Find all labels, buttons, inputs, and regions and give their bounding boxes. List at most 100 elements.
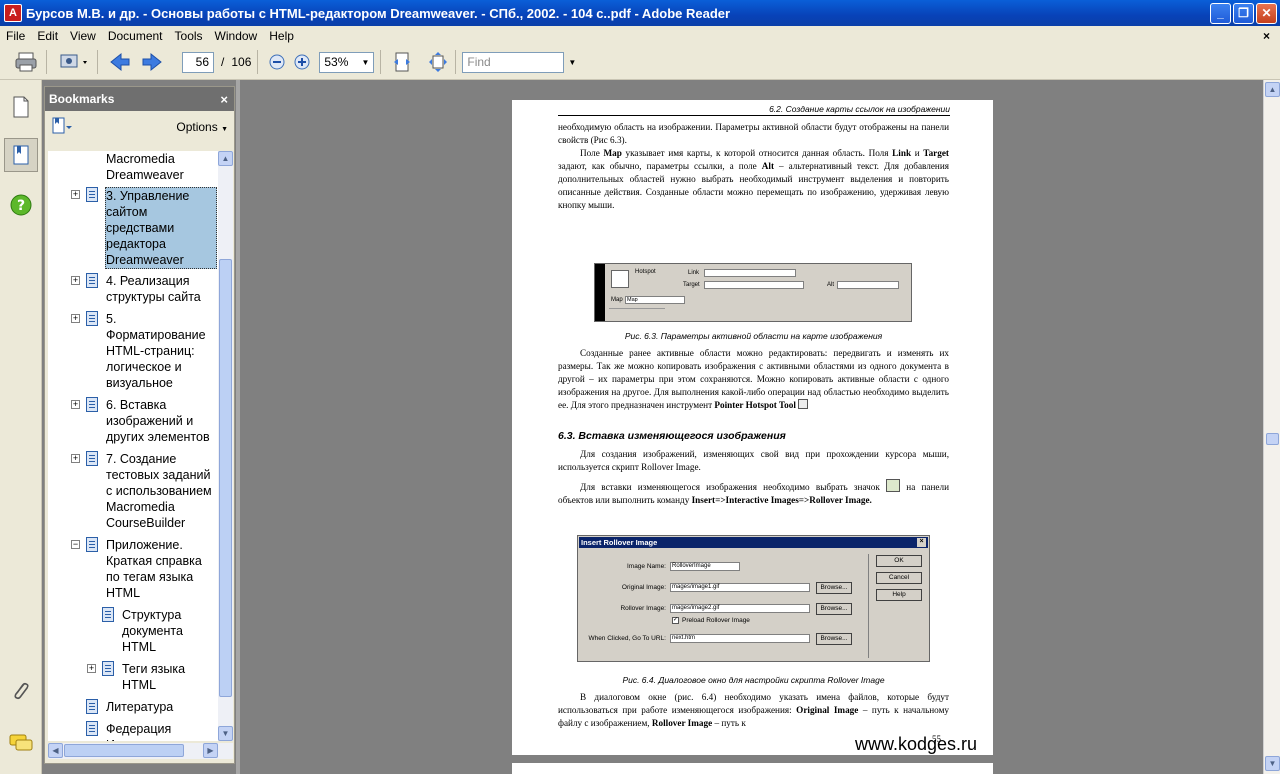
collapse-icon[interactable]: − [71, 540, 80, 549]
preload-label: Preload Rollover Image [682, 617, 750, 624]
expand-icon[interactable]: + [71, 276, 80, 285]
scroll-up-icon[interactable]: ▲ [1265, 82, 1280, 97]
expand-icon[interactable]: + [87, 664, 96, 673]
minimize-button[interactable]: _ [1210, 2, 1231, 24]
zoom-select[interactable]: 53% ▼ [319, 51, 375, 73]
bookmark-label: 6. Вставка изображений и других элементо… [106, 398, 210, 444]
zoom-in-icon[interactable] [293, 49, 311, 75]
image-name-label: Image Name: [626, 563, 666, 570]
page-number-input[interactable]: 56 [182, 51, 214, 73]
figure-rollover-dialog: Insert Rollover Image × Image Name: Rollo… [577, 535, 930, 662]
attachments-icon[interactable] [4, 674, 38, 708]
text: Для создания изображений, изменяющих сво… [558, 449, 949, 472]
document-close-button[interactable]: × [1257, 29, 1280, 43]
expand-icon[interactable]: + [71, 190, 80, 199]
menu-window[interactable]: Window [209, 29, 264, 43]
scroll-down-icon[interactable]: ▼ [1265, 756, 1280, 771]
find-options-chevron-icon[interactable]: ▼ [568, 58, 576, 67]
bookmarks-horizontal-scrollbar[interactable]: ◀ ▶ [48, 743, 233, 759]
paragraph: Созданные ранее активные области можно р… [558, 347, 949, 412]
document-vertical-scrollbar[interactable]: ▲ ▼ [1263, 80, 1280, 774]
options-label: Options [176, 120, 218, 134]
scroll-down-icon[interactable]: ▼ [218, 726, 233, 741]
url-field: next.htm [670, 634, 810, 643]
scroll-left-icon[interactable]: ◀ [48, 743, 63, 758]
bookmarks-options-menu[interactable]: Options ▼ [176, 120, 228, 134]
expand-icon[interactable]: + [71, 314, 80, 323]
menu-tools[interactable]: Tools [169, 29, 209, 43]
zoom-value: 53% [324, 55, 349, 69]
scrollbar-thumb[interactable] [219, 259, 232, 697]
scrollbar-thumb[interactable] [1266, 433, 1279, 445]
bookmarks-toolbar: Options ▼ [45, 111, 234, 143]
browse-button: Browse... [816, 633, 852, 645]
bookmark-icon [86, 537, 98, 552]
adobe-reader-icon: A [4, 4, 22, 22]
text: Поле [580, 148, 604, 158]
zoom-out-icon[interactable] [268, 49, 286, 75]
bookmarks-panel: Bookmarks × Options ▼ Macromedia Dreamwe… [44, 86, 235, 764]
menu-view[interactable]: View [64, 29, 102, 43]
bookmarks-icon[interactable] [4, 138, 38, 172]
bookmarks-vertical-scrollbar[interactable]: ▲ ▼ [218, 151, 233, 741]
cancel-button: Cancel [876, 572, 922, 584]
toolbar-separator [46, 50, 47, 74]
running-head: 6.2. Создание карты ссылок на изображени… [558, 103, 950, 116]
fit-page-icon[interactable] [427, 49, 449, 75]
expand-icon[interactable]: + [71, 454, 80, 463]
print-icon[interactable] [12, 49, 40, 75]
bookmark-label: Литература [106, 700, 174, 714]
navigation-rail: ? [0, 80, 42, 774]
section-heading: 6.3. Вставка изменяющегося изображения [558, 430, 786, 442]
new-bookmark-icon[interactable] [51, 117, 73, 138]
figure-properties-panel: Hotspot Link Target Alt Map Map [594, 263, 912, 322]
menu-document[interactable]: Document [102, 29, 169, 43]
text: Alt [761, 160, 775, 171]
close-button[interactable]: ✕ [1256, 2, 1277, 24]
fit-width-icon[interactable] [391, 49, 413, 75]
comments-icon[interactable] [4, 726, 38, 760]
bookmark-icon [86, 311, 98, 326]
collaborate-icon[interactable] [57, 49, 91, 75]
dialog-title: Insert Rollover Image [581, 538, 658, 547]
pages-icon[interactable] [4, 90, 38, 124]
image-name-field: RolloverImage [670, 562, 740, 571]
scroll-up-icon[interactable]: ▲ [218, 151, 233, 166]
help-icon[interactable]: ? [4, 188, 38, 222]
scrollbar-thumb[interactable] [64, 744, 184, 757]
page-separator: / [221, 55, 225, 69]
hotspot-icon [611, 270, 629, 288]
menu-edit[interactable]: Edit [31, 29, 64, 43]
text: – путь к [712, 717, 746, 728]
bookmark-icon [102, 607, 114, 622]
paragraph: Для создания изображений, изменяющих сво… [558, 448, 949, 474]
maximize-button[interactable]: ❐ [1233, 2, 1254, 24]
figure-caption: Рис. 6.3. Параметры активной области на … [624, 331, 883, 341]
bookmark-label: Macromedia Dreamweaver [106, 152, 184, 182]
find-input[interactable]: Find [462, 51, 565, 73]
title-bar: A Бурсов М.В. и др. - Основы работы с HT… [0, 0, 1280, 26]
bookmarks-header: Bookmarks × [45, 87, 234, 111]
url-label: When Clicked, Go To URL: [588, 635, 666, 642]
map-label: Map [611, 297, 623, 303]
paragraph: Поле Map указывает имя карты, к которой … [558, 147, 949, 212]
alt-field [837, 281, 899, 289]
bookmarks-close-button[interactable]: × [220, 92, 228, 107]
expand-icon[interactable]: + [71, 400, 80, 409]
menu-file[interactable]: File [0, 29, 31, 43]
next-page-icon[interactable] [140, 49, 164, 75]
menu-help[interactable]: Help [263, 29, 300, 43]
previous-page-icon[interactable] [108, 49, 132, 75]
text: Target [923, 148, 949, 158]
bookmark-icon [86, 397, 98, 412]
scroll-right-icon[interactable]: ▶ [203, 743, 218, 758]
bookmark-label: 7. Создание тестовых заданий с использов… [106, 452, 212, 530]
toolbar-separator [97, 50, 98, 74]
paragraph: Для вставки изменяющегося изображения не… [558, 479, 949, 507]
text: задают, как обычно, параметры ссылки, а … [558, 160, 762, 171]
target-label: Target [683, 282, 700, 288]
bookmark-icon [86, 721, 98, 736]
bookmark-icon [86, 187, 98, 202]
bookmark-label: Федерация Интернет [106, 722, 172, 741]
chevron-down-icon: ▼ [221, 126, 228, 133]
